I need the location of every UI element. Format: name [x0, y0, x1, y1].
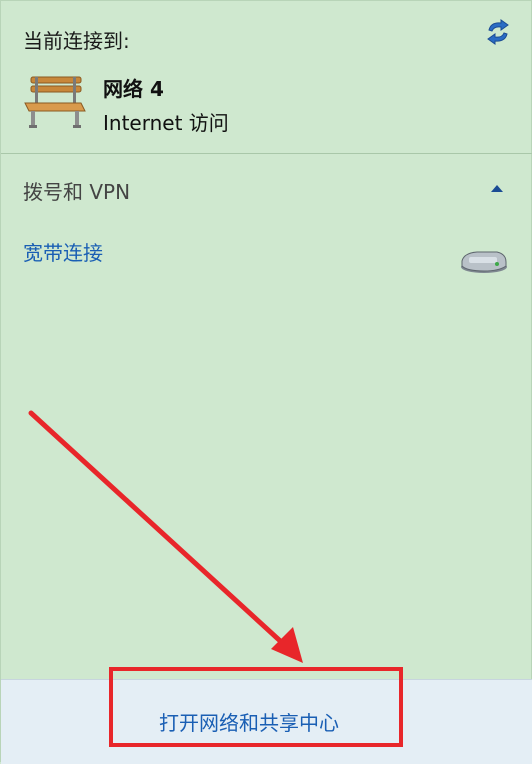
network-access-status: Internet 访问	[103, 111, 229, 135]
current-network-entry: 网络 4 Internet 访问	[23, 71, 493, 137]
bench-icon	[24, 76, 86, 128]
broadband-connection-link[interactable]: 宽带连接	[23, 237, 103, 266]
chevron-up-icon	[491, 185, 503, 192]
network-name: 网络 4	[103, 77, 164, 101]
network-flyout-panel: 当前连接到: 网络 4 Internet 访问 拨号和 VPN 宽带连接 打开网…	[0, 0, 532, 764]
dialup-vpn-section-title: 拨号和 VPN	[23, 180, 131, 204]
current-connection-title: 当前连接到:	[23, 29, 130, 53]
network-refresh-button[interactable]	[481, 15, 515, 49]
modem-icon	[461, 251, 507, 273]
section-divider	[1, 153, 532, 154]
dialup-section-collapse-button[interactable]	[485, 179, 509, 199]
network-refresh-icon	[487, 19, 509, 45]
open-network-sharing-center-link[interactable]: 打开网络和共享中心	[159, 707, 339, 736]
